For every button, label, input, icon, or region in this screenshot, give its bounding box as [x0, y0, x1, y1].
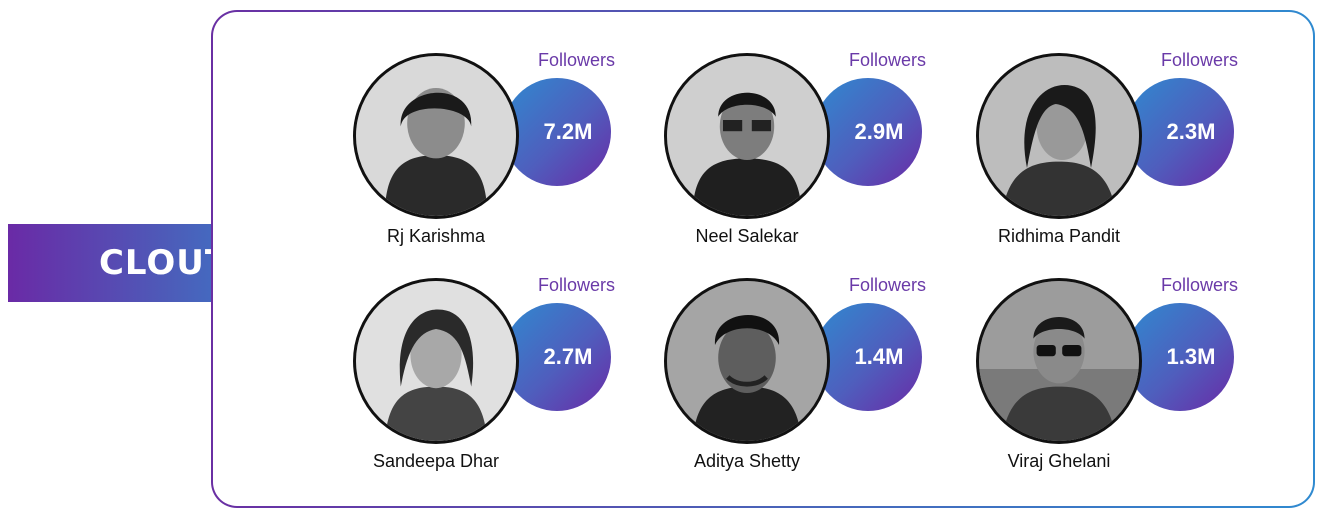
followers-badge: 1.4M — [814, 303, 922, 411]
followers-badge: 2.9M — [814, 78, 922, 186]
influencer-card: Followers 2.3M Ridhima Pandit — [976, 50, 1266, 270]
influencer-name: Sandeepa Dhar — [372, 451, 500, 471]
influencer-name: Rj Karishma — [386, 226, 486, 246]
followers-count: 2.9M — [854, 119, 904, 144]
followers-count: 7.2M — [543, 119, 593, 144]
person-portrait-icon — [667, 56, 827, 216]
influencer-name: Aditya Shetty — [693, 451, 801, 471]
followers-count: 2.7M — [543, 344, 593, 369]
influencer-photo — [976, 53, 1142, 219]
influencer-photo — [664, 53, 830, 219]
followers-count: 1.3M — [1166, 344, 1216, 369]
followers-label: Followers — [1161, 50, 1239, 70]
influencer-card: Followers 1.4M Aditya Shetty — [664, 275, 954, 495]
followers-count: 2.3M — [1166, 119, 1216, 144]
influencer-card: Followers 2.9M Neel Salekar — [664, 50, 954, 270]
influencer-name: Ridhima Pandit — [997, 226, 1121, 246]
influencer-photo — [976, 278, 1142, 444]
person-portrait-icon — [979, 56, 1139, 216]
followers-badge: 7.2M — [503, 78, 611, 186]
followers-badge: 1.3M — [1126, 303, 1234, 411]
followers-label: Followers — [849, 275, 927, 295]
followers-badge: 2.7M — [503, 303, 611, 411]
influencer-card: Followers 1.3M Viraj Ghelani — [976, 275, 1266, 495]
person-portrait-icon — [979, 281, 1139, 441]
person-portrait-icon — [356, 281, 516, 441]
influencer-card: Followers 2.7M Sandeepa Dhar — [353, 275, 643, 495]
followers-label: Followers — [849, 50, 927, 70]
followers-count: 1.4M — [854, 344, 904, 369]
followers-label: Followers — [1161, 275, 1239, 295]
influencer-name: Neel Salekar — [695, 226, 799, 246]
followers-badge: 2.3M — [1126, 78, 1234, 186]
clout-logo-text: CLOUT — [98, 243, 230, 283]
person-portrait-icon — [667, 281, 827, 441]
influencer-photo — [664, 278, 830, 444]
followers-label: Followers — [538, 275, 616, 295]
person-portrait-icon — [356, 56, 516, 216]
influencer-photo — [353, 278, 519, 444]
influencer-name: Viraj Ghelani — [1007, 451, 1111, 471]
influencer-photo — [353, 53, 519, 219]
followers-label: Followers — [538, 50, 616, 70]
influencer-card: Followers 7.2M Rj Karishma — [353, 50, 643, 270]
